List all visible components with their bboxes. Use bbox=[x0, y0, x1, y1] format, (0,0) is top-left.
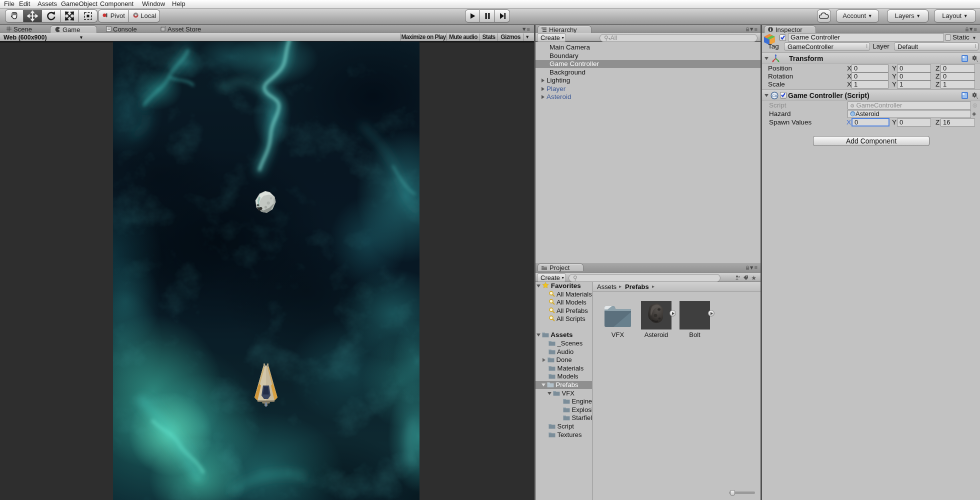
svg-text:C#: C# bbox=[772, 93, 778, 98]
